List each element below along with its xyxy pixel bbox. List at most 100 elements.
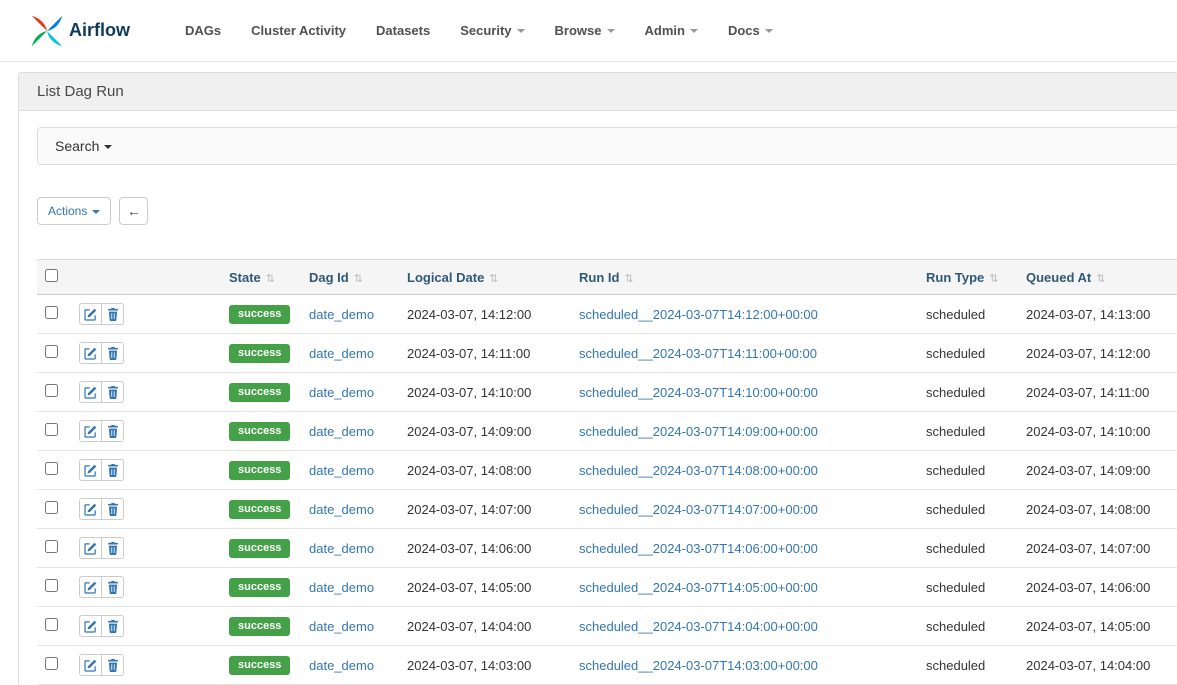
delete-row-button[interactable] bbox=[101, 537, 124, 559]
run-type: scheduled bbox=[926, 346, 985, 361]
run-id-link[interactable]: scheduled__2024-03-07T14:08:00+00:00 bbox=[579, 463, 818, 478]
chevron-down-icon bbox=[690, 29, 698, 33]
delete-row-button[interactable] bbox=[101, 615, 124, 637]
column-header-queued-at[interactable]: Queued At⇅ bbox=[1018, 260, 1177, 295]
airflow-brand[interactable]: Airflow bbox=[30, 14, 130, 48]
dag-id-link[interactable]: date_demo bbox=[309, 619, 374, 634]
column-header-logical-date[interactable]: Logical Date⇅ bbox=[399, 260, 571, 295]
run-id-link[interactable]: scheduled__2024-03-07T14:05:00+00:00 bbox=[579, 580, 818, 595]
row-checkbox[interactable] bbox=[45, 657, 58, 670]
edit-row-button[interactable] bbox=[79, 459, 102, 481]
dag-id-link[interactable]: date_demo bbox=[309, 502, 374, 517]
sort-icon: ⇅ bbox=[989, 273, 998, 285]
airflow-logo-icon bbox=[30, 14, 64, 48]
queued-at: 2024-03-07, 14:05:00 bbox=[1026, 619, 1150, 634]
row-checkbox[interactable] bbox=[45, 618, 58, 631]
edit-row-button[interactable] bbox=[79, 498, 102, 520]
state-badge: success bbox=[229, 617, 290, 636]
row-checkbox[interactable] bbox=[45, 540, 58, 553]
run-id-link[interactable]: scheduled__2024-03-07T14:11:00+00:00 bbox=[579, 346, 817, 361]
select-all-checkbox[interactable] bbox=[45, 269, 58, 282]
edit-row-button[interactable] bbox=[79, 381, 102, 403]
queued-at: 2024-03-07, 14:10:00 bbox=[1026, 424, 1150, 439]
delete-row-button[interactable] bbox=[101, 576, 124, 598]
edit-row-button[interactable] bbox=[79, 537, 102, 559]
trash-icon bbox=[107, 425, 119, 438]
edit-icon bbox=[84, 425, 97, 438]
run-id-link[interactable]: scheduled__2024-03-07T14:10:00+00:00 bbox=[579, 385, 818, 400]
table-row: success date_demo 2024-03-07, 14:08:00 s… bbox=[37, 451, 1177, 490]
dag-id-link[interactable]: date_demo bbox=[309, 541, 374, 556]
page-title-bar: List Dag Run bbox=[19, 73, 1177, 111]
delete-row-button[interactable] bbox=[101, 303, 124, 325]
search-panel-toggle[interactable]: Search bbox=[37, 127, 1177, 165]
column-header-dag-id[interactable]: Dag Id⇅ bbox=[301, 260, 399, 295]
nav-item-docs[interactable]: Docs bbox=[713, 0, 788, 62]
delete-row-button[interactable] bbox=[101, 342, 124, 364]
run-id-link[interactable]: scheduled__2024-03-07T14:09:00+00:00 bbox=[579, 424, 818, 439]
nav-item-security[interactable]: Security bbox=[445, 0, 539, 62]
row-checkbox[interactable] bbox=[45, 501, 58, 514]
state-badge: success bbox=[229, 305, 290, 324]
row-actions bbox=[79, 576, 124, 598]
row-checkbox[interactable] bbox=[45, 384, 58, 397]
row-checkbox[interactable] bbox=[45, 579, 58, 592]
nav-item-datasets[interactable]: Datasets bbox=[361, 0, 445, 62]
logical-date: 2024-03-07, 14:08:00 bbox=[407, 463, 531, 478]
row-checkbox[interactable] bbox=[45, 423, 58, 436]
actions-column-header bbox=[71, 260, 221, 295]
edit-row-button[interactable] bbox=[79, 342, 102, 364]
dag-id-link[interactable]: date_demo bbox=[309, 424, 374, 439]
row-checkbox[interactable] bbox=[45, 306, 58, 319]
nav-item-label: Security bbox=[460, 23, 511, 38]
delete-row-button[interactable] bbox=[101, 654, 124, 676]
dag-id-link[interactable]: date_demo bbox=[309, 580, 374, 595]
edit-row-button[interactable] bbox=[79, 303, 102, 325]
edit-icon bbox=[84, 542, 97, 555]
row-checkbox[interactable] bbox=[45, 462, 58, 475]
run-id-link[interactable]: scheduled__2024-03-07T14:12:00+00:00 bbox=[579, 307, 818, 322]
edit-row-button[interactable] bbox=[79, 576, 102, 598]
row-checkbox[interactable] bbox=[45, 345, 58, 358]
nav-item-label: Docs bbox=[728, 23, 760, 38]
dag-id-link[interactable]: date_demo bbox=[309, 385, 374, 400]
edit-row-button[interactable] bbox=[79, 654, 102, 676]
run-type: scheduled bbox=[926, 541, 985, 556]
dag-id-link[interactable]: date_demo bbox=[309, 463, 374, 478]
column-header-run-id[interactable]: Run Id⇅ bbox=[571, 260, 918, 295]
list-dag-run-panel: List Dag Run Search Actions ← bbox=[18, 72, 1177, 685]
main-nav: DAGsCluster ActivityDatasets Security Brow… bbox=[170, 0, 788, 62]
edit-row-button[interactable] bbox=[79, 615, 102, 637]
edit-row-button[interactable] bbox=[79, 420, 102, 442]
dag-id-link[interactable]: date_demo bbox=[309, 307, 374, 322]
run-id-link[interactable]: scheduled__2024-03-07T14:07:00+00:00 bbox=[579, 502, 818, 517]
row-actions bbox=[79, 342, 124, 364]
table-row: success date_demo 2024-03-07, 14:12:00 s… bbox=[37, 295, 1177, 334]
run-id-link[interactable]: scheduled__2024-03-07T14:03:00+00:00 bbox=[579, 658, 818, 673]
table-row: success date_demo 2024-03-07, 14:03:00 s… bbox=[37, 646, 1177, 685]
dag-id-link[interactable]: date_demo bbox=[309, 658, 374, 673]
nav-item-browse[interactable]: Browse bbox=[540, 0, 630, 62]
back-button[interactable]: ← bbox=[119, 197, 148, 225]
actions-button[interactable]: Actions bbox=[37, 197, 111, 225]
column-label: State bbox=[229, 270, 261, 285]
row-actions bbox=[79, 459, 124, 481]
dag-id-link[interactable]: date_demo bbox=[309, 346, 374, 361]
column-label: Run Type bbox=[926, 270, 984, 285]
run-id-link[interactable]: scheduled__2024-03-07T14:06:00+00:00 bbox=[579, 541, 818, 556]
delete-row-button[interactable] bbox=[101, 381, 124, 403]
edit-icon bbox=[84, 659, 97, 672]
run-type: scheduled bbox=[926, 307, 985, 322]
nav-item-dags[interactable]: DAGs bbox=[170, 0, 236, 62]
column-header-state[interactable]: State⇅ bbox=[221, 260, 301, 295]
column-header-run-type[interactable]: Run Type ⇅ bbox=[918, 260, 1018, 295]
delete-row-button[interactable] bbox=[101, 459, 124, 481]
arrow-left-icon: ← bbox=[127, 203, 141, 219]
nav-item-cluster-activity[interactable]: Cluster Activity bbox=[236, 0, 361, 62]
nav-item-admin[interactable]: Admin bbox=[630, 0, 713, 62]
delete-row-button[interactable] bbox=[101, 420, 124, 442]
sort-icon: ⇅ bbox=[489, 273, 498, 285]
dag-run-table: State⇅Dag Id⇅Logical Date⇅Run Id⇅Run Typ… bbox=[37, 259, 1177, 685]
run-id-link[interactable]: scheduled__2024-03-07T14:04:00+00:00 bbox=[579, 619, 818, 634]
delete-row-button[interactable] bbox=[101, 498, 124, 520]
